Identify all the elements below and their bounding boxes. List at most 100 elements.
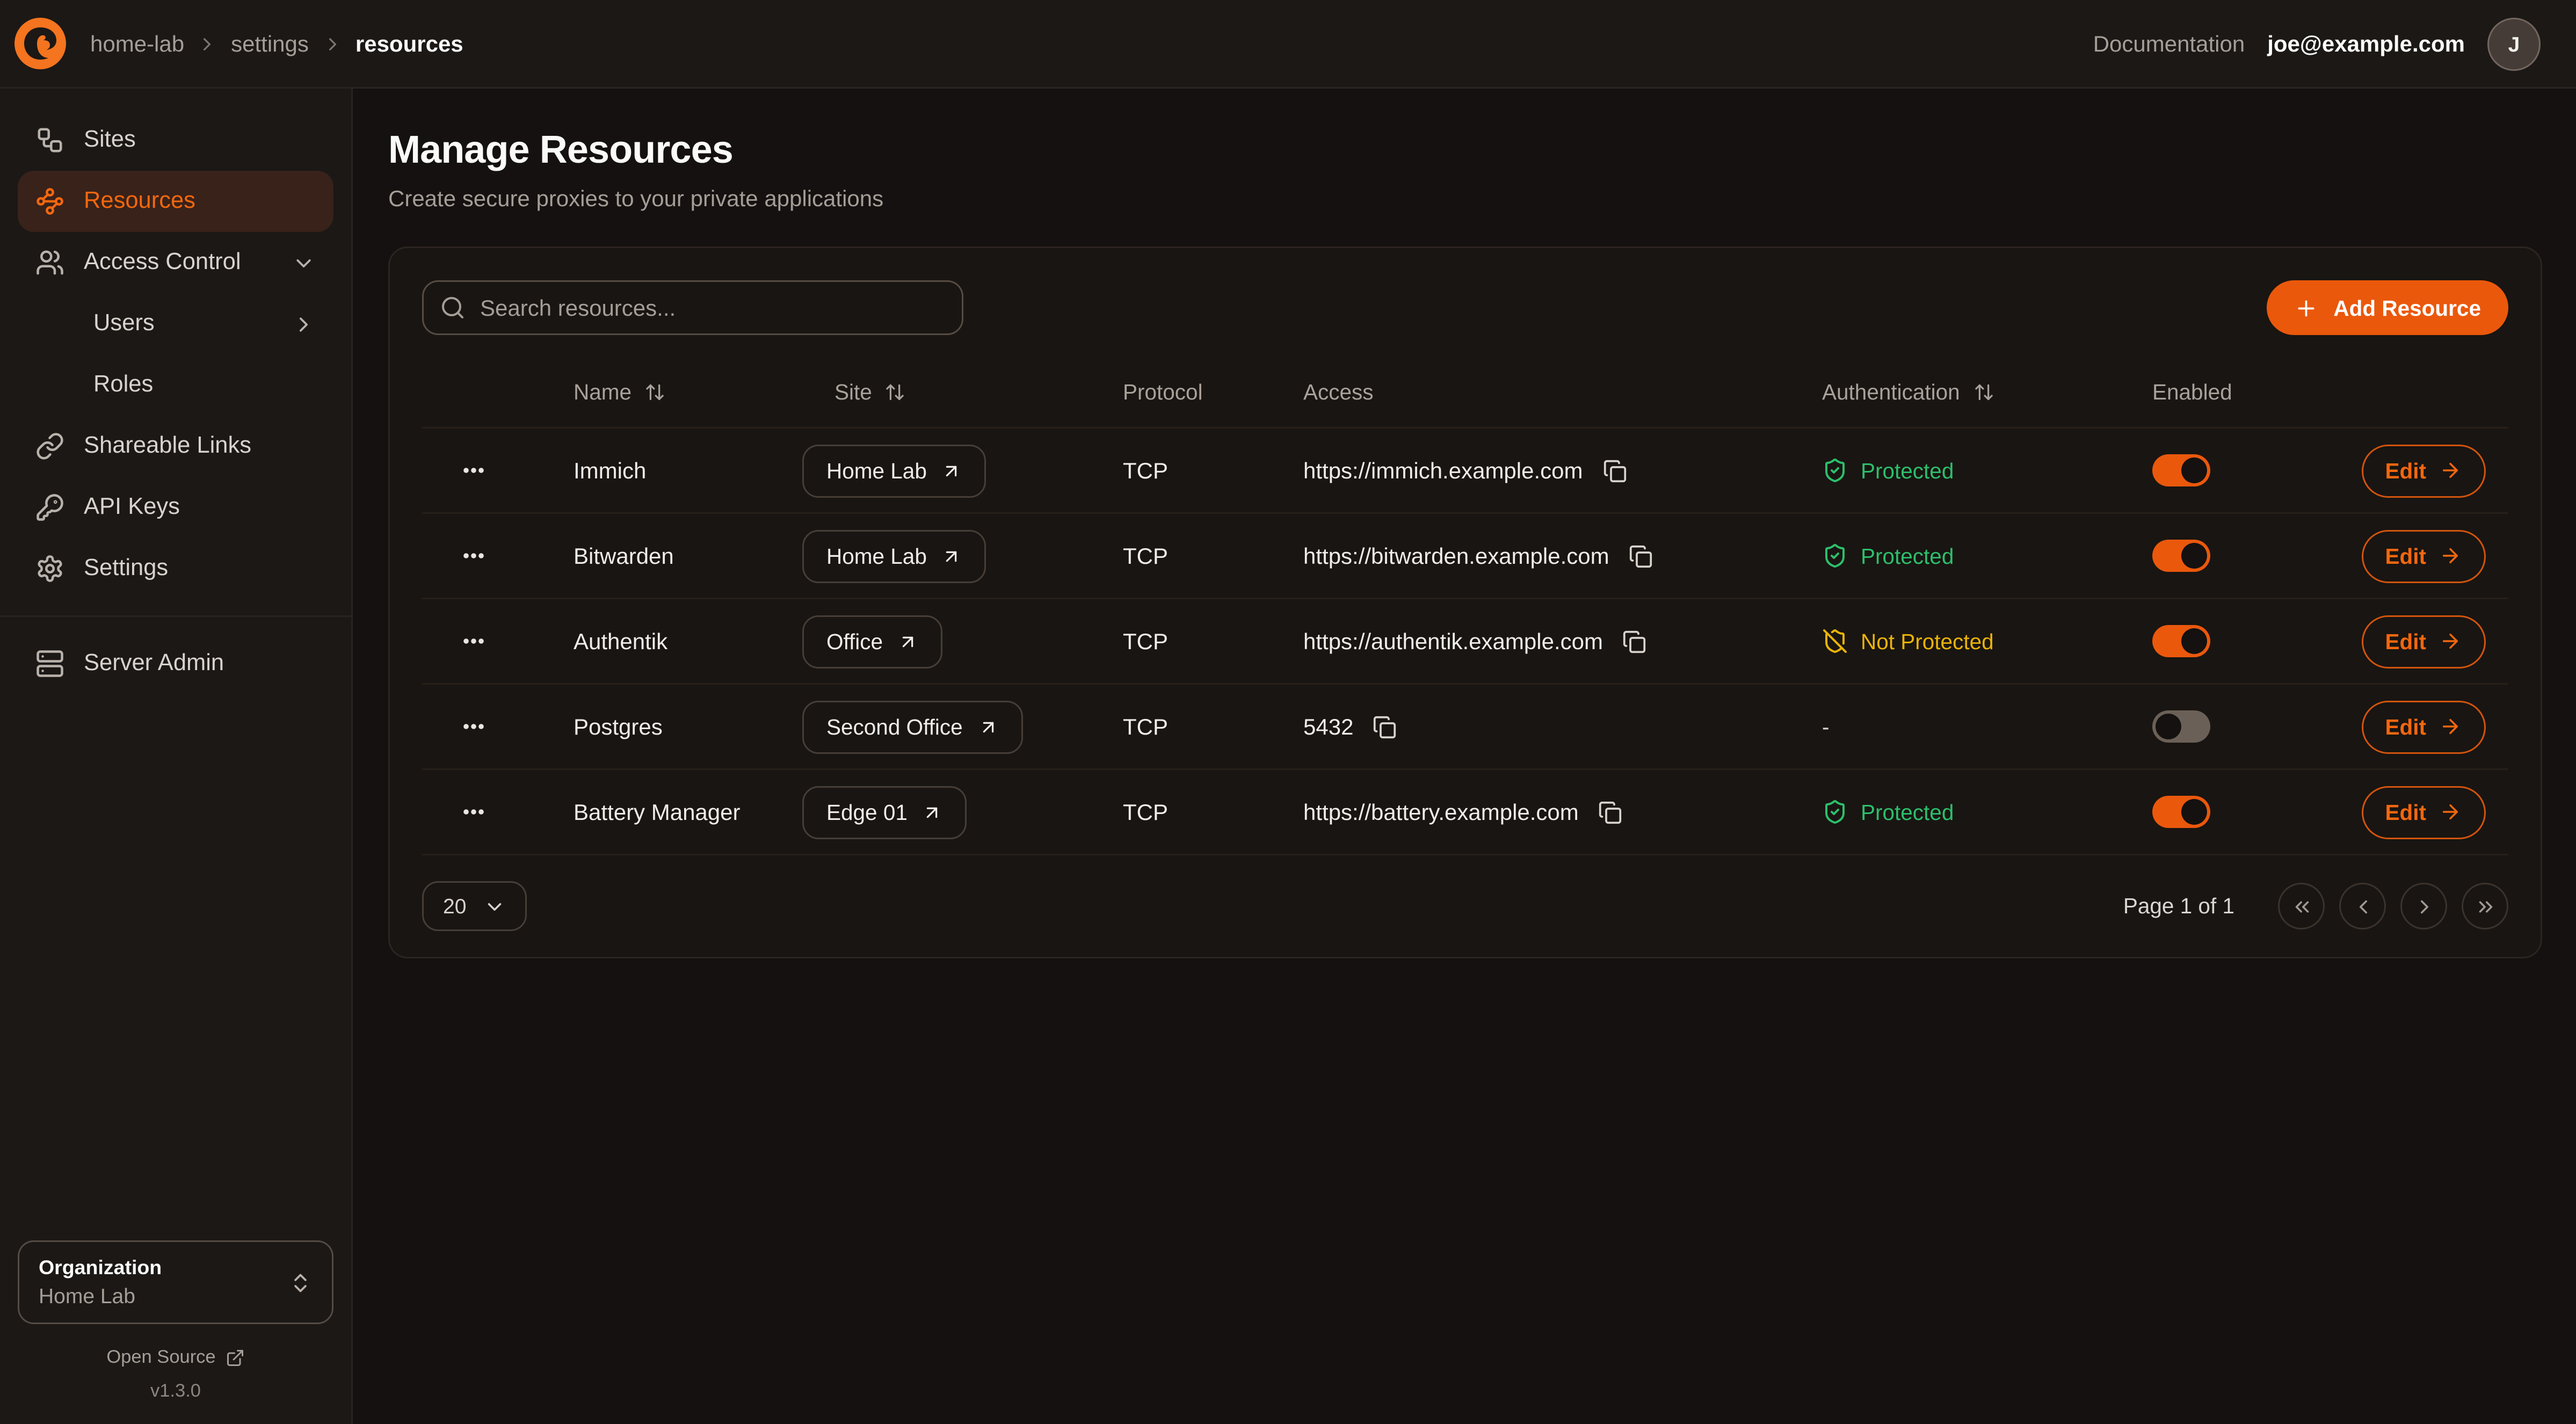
key-icon: [35, 493, 64, 522]
last-page-button[interactable]: [2462, 883, 2508, 929]
arrow-right-icon: [2439, 459, 2462, 482]
add-resource-button[interactable]: Add Resource: [2267, 280, 2508, 335]
column-header-authentication[interactable]: Authentication: [1790, 380, 2120, 404]
sidebar-item-users[interactable]: Users: [18, 293, 333, 354]
column-header-enabled: Enabled: [2120, 380, 2338, 404]
copy-icon[interactable]: [1369, 711, 1400, 742]
site-name: Edge 01: [826, 800, 908, 824]
row-menu-button[interactable]: [454, 536, 493, 575]
breadcrumb-settings[interactable]: settings: [231, 31, 309, 56]
enabled-toggle[interactable]: [2152, 710, 2210, 743]
arrow-up-right-icon: [977, 716, 998, 737]
copy-icon[interactable]: [1619, 626, 1650, 657]
pangolin-logo-icon[interactable]: [13, 16, 68, 71]
enabled-toggle[interactable]: [2152, 454, 2210, 486]
resource-name: Battery Manager: [525, 799, 802, 825]
site-name: Home Lab: [826, 544, 927, 568]
arrow-up-right-icon: [941, 460, 962, 481]
sidebar-item-label: API Keys: [84, 495, 180, 520]
breadcrumb-org[interactable]: home-lab: [90, 31, 184, 56]
user-email[interactable]: joe@example.com: [2267, 31, 2465, 56]
documentation-link[interactable]: Documentation: [2093, 31, 2245, 56]
table-row: Postgres Second Office TCP 5432 -: [422, 685, 2508, 770]
arrow-right-icon: [2439, 630, 2462, 652]
sidebar-item-access-control[interactable]: Access Control: [18, 232, 333, 293]
site-name: Home Lab: [826, 459, 927, 483]
site-name: Office: [826, 629, 883, 653]
column-header-site[interactable]: Site: [802, 380, 1097, 404]
site-link-button[interactable]: Office: [802, 615, 942, 668]
access-url: https://immich.example.com: [1303, 457, 1583, 483]
site-link-button[interactable]: Second Office: [802, 700, 1022, 753]
sidebar-item-api-keys[interactable]: API Keys: [18, 477, 333, 538]
chevron-down-icon: [484, 895, 506, 918]
access-url: https://bitwarden.example.com: [1303, 543, 1609, 569]
first-page-button[interactable]: [2278, 883, 2325, 929]
breadcrumb: home-lab settings resources: [90, 31, 463, 56]
copy-icon[interactable]: [1599, 455, 1630, 486]
column-header-name[interactable]: Name: [525, 380, 802, 404]
access-url: https://battery.example.com: [1303, 799, 1579, 825]
sidebar-item-sites[interactable]: Sites: [18, 110, 333, 171]
sidebar-item-server-admin[interactable]: Server Admin: [18, 633, 333, 694]
enabled-toggle[interactable]: [2152, 796, 2210, 828]
page-size-select[interactable]: 20: [422, 881, 527, 931]
organization-label: Organization: [39, 1255, 275, 1282]
toolbar: Add Resource: [422, 280, 2508, 335]
edit-button[interactable]: Edit: [2361, 786, 2486, 839]
sidebar-item-settings[interactable]: Settings: [18, 538, 333, 599]
sidebar-item-label: Access Control: [84, 250, 241, 275]
arrow-up-right-icon: [897, 631, 918, 652]
gear-icon: [35, 554, 64, 583]
open-source-link[interactable]: Open Source: [18, 1348, 333, 1368]
edit-button[interactable]: Edit: [2361, 444, 2486, 497]
arrow-right-icon: [2439, 544, 2462, 567]
chevron-right-icon: [292, 312, 316, 336]
sidebar-item-shareable-links[interactable]: Shareable Links: [18, 416, 333, 477]
sidebar-item-resources[interactable]: Resources: [18, 171, 333, 232]
row-menu-button[interactable]: [454, 622, 493, 660]
avatar[interactable]: J: [2487, 17, 2541, 70]
ellipsis-icon: [461, 714, 487, 739]
open-source-label: Open Source: [106, 1348, 215, 1368]
row-menu-button[interactable]: [454, 451, 493, 490]
breadcrumb-current: resources: [355, 31, 463, 56]
copy-icon[interactable]: [1626, 541, 1656, 571]
protocol-value: TCP: [1097, 457, 1274, 483]
sort-icon: [885, 382, 906, 403]
next-page-button[interactable]: [2400, 883, 2447, 929]
sort-icon: [644, 382, 665, 403]
organization-value: Home Lab: [39, 1282, 275, 1310]
site-link-button[interactable]: Home Lab: [802, 529, 986, 583]
enabled-toggle[interactable]: [2152, 540, 2210, 572]
organization-switcher[interactable]: Organization Home Lab: [18, 1240, 333, 1324]
link-icon: [35, 432, 64, 461]
resource-name: Authentik: [525, 628, 802, 654]
sidebar: Sites Resources Access Control Users Rol…: [0, 89, 353, 1424]
site-link-button[interactable]: Edge 01: [802, 786, 967, 839]
app-version: v1.3.0: [18, 1382, 333, 1401]
page-subtitle: Create secure proxies to your private ap…: [388, 185, 2542, 211]
enabled-toggle[interactable]: [2152, 625, 2210, 657]
column-header-access: Access: [1274, 380, 1790, 404]
search-input[interactable]: [422, 280, 963, 335]
sidebar-item-roles[interactable]: Roles: [18, 354, 333, 416]
edit-button[interactable]: Edit: [2361, 529, 2486, 583]
edit-button[interactable]: Edit: [2361, 700, 2486, 753]
previous-page-button[interactable]: [2339, 883, 2386, 929]
site-link-button[interactable]: Home Lab: [802, 444, 986, 497]
auth-none-badge: -: [1822, 715, 1830, 739]
arrow-right-icon: [2439, 801, 2462, 823]
chevrons-up-down-icon: [288, 1270, 313, 1295]
chevron-left-icon: [2352, 895, 2374, 918]
sidebar-item-label: Resources: [84, 188, 195, 214]
sidebar-divider: [0, 615, 351, 617]
edit-button[interactable]: Edit: [2361, 615, 2486, 668]
row-menu-button[interactable]: [454, 793, 493, 831]
sidebar-item-label: Server Admin: [84, 651, 224, 677]
top-bar: home-lab settings resources Documentatio…: [0, 0, 2576, 89]
row-menu-button[interactable]: [454, 707, 493, 746]
chevrons-left-icon: [2290, 895, 2313, 918]
access-url: 5432: [1303, 714, 1353, 739]
copy-icon[interactable]: [1595, 797, 1626, 827]
